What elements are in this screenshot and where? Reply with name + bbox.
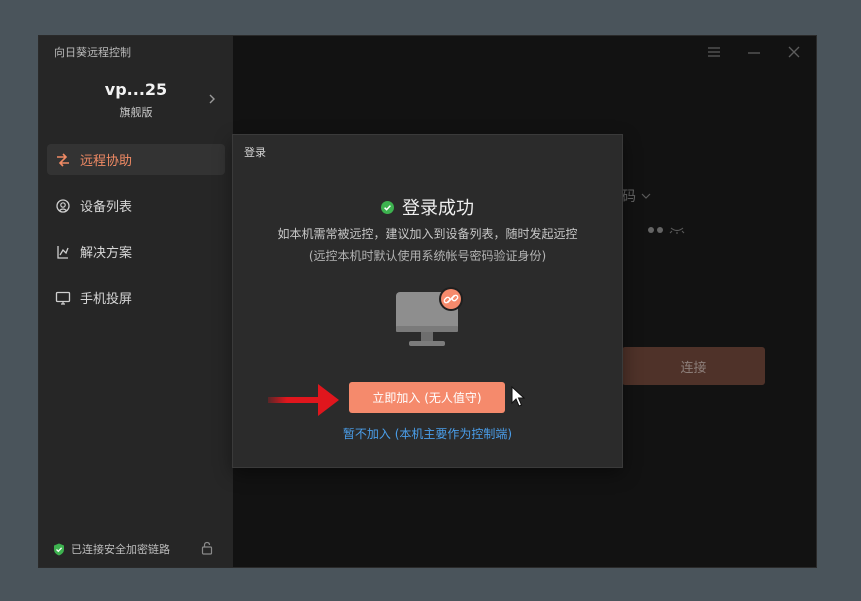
account-name: vp...25 xyxy=(104,80,168,99)
sidebar-item-label: 设备列表 xyxy=(80,200,133,215)
sidebar-item-label: 远程协助 xyxy=(80,154,133,169)
sidebar-item-device-list[interactable]: 设备列表 xyxy=(47,190,225,221)
remote-assist-icon xyxy=(54,151,72,169)
mouse-pointer-icon xyxy=(511,386,525,407)
sidebar-item-remote-assist[interactable]: 远程协助 xyxy=(47,144,225,175)
sidebar: 向日葵远程控制 vp...25 旗舰版 远程协助 设备列表 解决方案 手机投屏 … xyxy=(39,36,233,567)
red-arrow-annotation-icon xyxy=(268,384,339,416)
success-check-icon xyxy=(381,200,394,214)
join-now-button[interactable]: 立即加入 (无人值守) xyxy=(349,382,505,413)
app-title: 向日葵远程控制 xyxy=(54,46,131,59)
linked-computer-icon xyxy=(396,287,463,346)
shield-check-icon xyxy=(54,543,64,555)
sidebar-item-label: 解决方案 xyxy=(80,246,133,261)
sidebar-item-screen-cast[interactable]: 手机投屏 xyxy=(47,282,225,313)
device-list-icon xyxy=(54,197,72,215)
sidebar-item-label: 手机投屏 xyxy=(80,292,133,307)
lock-icon[interactable] xyxy=(201,541,213,555)
dialog-title: 登录 xyxy=(244,146,266,159)
account-edition: 旗舰版 xyxy=(119,106,153,119)
solution-icon xyxy=(54,243,72,261)
dialog-description: 如本机需常被远控，建议加入到设备列表，随时发起远控 xyxy=(277,227,578,241)
chevron-right-icon[interactable] xyxy=(205,92,219,106)
dialog-heading-text: 登录成功 xyxy=(402,198,474,219)
account-panel[interactable]: vp...25 旗舰版 xyxy=(39,80,233,126)
dialog-note: (远控本机时默认使用系统帐号密码验证身份) xyxy=(308,249,547,263)
sidebar-item-solutions[interactable]: 解决方案 xyxy=(47,236,225,267)
secure-link-label: 已连接安全加密链路 xyxy=(71,543,170,556)
sidebar-nav: 远程协助 设备列表 解决方案 手机投屏 xyxy=(47,144,225,328)
skip-join-link[interactable]: 暂不加入 (本机主要作为控制端) xyxy=(233,425,622,442)
dialog-heading: 登录成功 xyxy=(233,194,622,220)
secure-link-status: 已连接安全加密链路 xyxy=(53,540,223,558)
screen-cast-icon xyxy=(54,289,72,307)
